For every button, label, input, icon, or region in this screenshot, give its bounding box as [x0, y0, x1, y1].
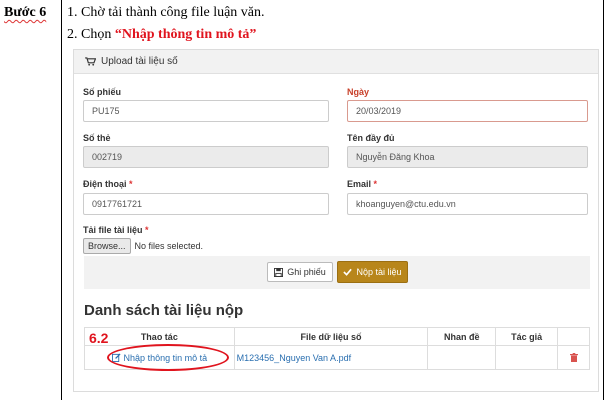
email-label-text: Email — [347, 179, 372, 189]
required-marker: * — [145, 225, 149, 235]
dien-thoai-label-text: Điện thoại — [83, 179, 127, 189]
table-header-row: Thao tác File dữ liệu số Nhan đề Tác giả — [84, 327, 590, 346]
save-button-label: Ghi phiếu — [287, 267, 326, 277]
trash-icon — [569, 353, 578, 362]
file-link[interactable]: M123456_Nguyen Van A.pdf — [233, 345, 429, 370]
col-delete — [557, 327, 590, 346]
action-bar: Ghi phiếu Nộp tài liệu — [84, 256, 590, 289]
instruction-emphasis: “Nhập thông tin mô tả” — [114, 27, 257, 42]
so-the-input: 002719 — [83, 146, 329, 168]
instruction-line-2: 2. Chọn “Nhập thông tin mô tả” — [67, 27, 256, 43]
ngay-label: Ngày — [347, 87, 370, 97]
panel-title: Upload tài liệu số — [101, 56, 178, 67]
file-upload-row: Browse... No files selected. — [83, 238, 203, 254]
highlight-oval — [107, 344, 229, 371]
file-status: No files selected. — [134, 241, 204, 251]
panel-body: Số phiếu PU175 Ngày 20/03/2019 Số thẻ 00… — [74, 74, 598, 392]
so-the-label: Số thẻ — [83, 133, 111, 143]
panel-header: Upload tài liệu số — [74, 50, 598, 74]
author-cell — [495, 345, 559, 370]
col-file: File dữ liệu số — [233, 327, 429, 346]
ten-day-du-input: Nguyễn Đăng Khoa — [347, 146, 588, 168]
browse-button[interactable]: Browse... — [83, 238, 131, 254]
save-button[interactable]: Ghi phiếu — [267, 262, 333, 282]
cart-icon — [85, 57, 96, 66]
floppy-icon — [274, 267, 284, 277]
check-icon — [343, 268, 353, 276]
title-cell — [427, 345, 497, 370]
instruction-line-2-prefix: 2. Chọn — [67, 27, 115, 42]
upload-panel: Upload tài liệu số Số phiếu PU175 Ngày 2… — [73, 49, 599, 392]
col-tac-gia: Tác giả — [495, 327, 559, 346]
annotation-number: 6.2 — [89, 330, 109, 346]
ngay-input[interactable]: 20/03/2019 — [347, 100, 588, 122]
step-label: Bước 6 — [4, 5, 47, 20]
required-marker: * — [373, 179, 378, 189]
submit-button[interactable]: Nộp tài liệu — [337, 261, 408, 283]
document-frame: Bước 6 1. Chờ tải thành công file luận v… — [0, 0, 604, 400]
dien-thoai-input[interactable]: 0917761721 — [83, 193, 329, 215]
list-title: Danh sách tài liệu nộp — [84, 302, 244, 319]
dien-thoai-label: Điện thoại * — [83, 179, 133, 189]
col-nhan-de: Nhan đề — [427, 327, 497, 346]
so-phieu-input[interactable]: PU175 — [83, 100, 329, 122]
instruction-line-1: 1. Chờ tải thành công file luận văn. — [67, 5, 265, 20]
email-label: Email * — [347, 179, 377, 189]
ten-day-du-label: Tên đầy đủ — [347, 133, 395, 143]
table-divider — [61, 0, 62, 400]
email-input[interactable]: khoanguyen@ctu.edu.vn — [347, 193, 588, 215]
delete-button[interactable] — [558, 353, 589, 362]
delete-cell — [557, 345, 590, 370]
submit-button-label: Nộp tài liệu — [356, 267, 402, 277]
so-phieu-label: Số phiếu — [83, 87, 121, 97]
required-marker: * — [129, 179, 133, 189]
tai-file-label: Tải file tài liệu * — [83, 225, 149, 235]
tai-file-label-text: Tải file tài liệu — [83, 225, 143, 235]
